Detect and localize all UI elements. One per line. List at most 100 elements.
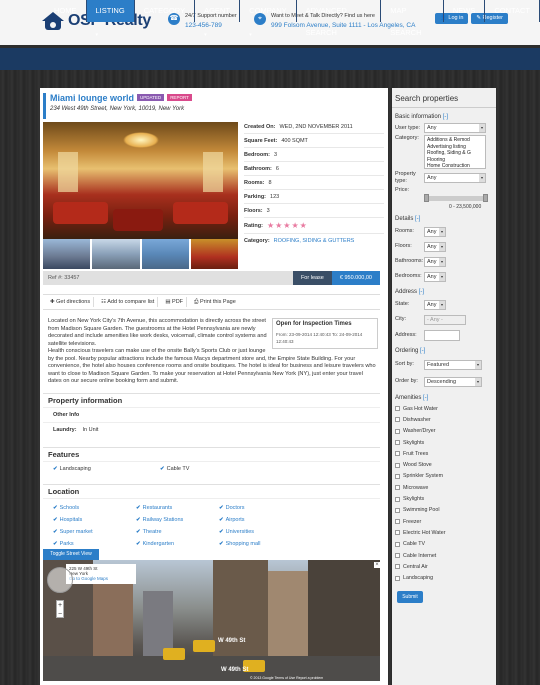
support-number[interactable]: 123-456-789 (185, 22, 237, 29)
checkbox[interactable] (395, 496, 400, 502)
rating-stars[interactable]: ★★★★★ (267, 221, 308, 230)
zoom-control[interactable]: + − (56, 600, 64, 618)
user-type-select[interactable]: Any ▾ (424, 123, 486, 133)
collapse-toggle[interactable]: [-] (420, 348, 425, 354)
nav-item-contact[interactable]: CONTACT (485, 0, 540, 22)
amenity-checkbox[interactable]: Microwave (395, 483, 493, 492)
thumbnail[interactable] (190, 239, 238, 269)
location-item: ✔ Airports (219, 517, 245, 523)
created-value: WED, 2ND NOVEMBER 2011 (279, 123, 353, 130)
checkbox[interactable] (395, 462, 400, 468)
toggle-street-view-button[interactable]: Toggle Street View (43, 549, 99, 560)
compare-button[interactable]: ☷ Add to compare list (98, 297, 159, 307)
rooms-value: 8 (268, 179, 272, 186)
report-button[interactable]: REPORT (167, 94, 192, 101)
amenity-checkbox[interactable]: Gas Hot Water (395, 404, 493, 413)
checkbox[interactable] (395, 417, 400, 423)
thumbnail[interactable] (141, 239, 189, 269)
nav-item-advanced-search[interactable]: ADVANCED SEARCH (297, 0, 382, 37)
amenity-checkbox[interactable]: Central Air (395, 562, 493, 571)
property-info-section: Property information Other Info Laundry:… (43, 393, 380, 437)
pan-control-icon[interactable] (47, 567, 73, 593)
checkbox[interactable] (395, 519, 400, 525)
checkbox[interactable] (395, 485, 400, 491)
parking-value: 123 (270, 193, 280, 200)
collapse-toggle[interactable]: [-] (419, 289, 424, 295)
nav-item-company[interactable]: COMPANY ▾ (240, 0, 297, 38)
check-icon: ✔ (136, 505, 141, 511)
checkbox[interactable] (395, 530, 400, 536)
map-legal: © 2013 Google Terms of Use Report a prob… (250, 676, 324, 680)
nav-item-listing[interactable]: LISTING ▾ (86, 0, 135, 38)
category-option[interactable]: Home Construction (427, 163, 483, 168)
amenity-checkbox[interactable]: Freezer (395, 517, 493, 526)
check-icon: ✔ (219, 517, 224, 523)
thumbnail[interactable] (92, 239, 140, 269)
checkbox[interactable] (395, 541, 400, 547)
amenity-checkbox[interactable]: Sprinkler System (395, 472, 493, 481)
features-section: Features ✔ Landscaping ✔ Cable TV (43, 447, 380, 476)
collapse-toggle[interactable]: [-] (443, 114, 448, 120)
amenity-checkbox[interactable]: Dishwasher (395, 415, 493, 424)
property-type-select[interactable]: Any ▾ (424, 173, 486, 183)
for-lease-label: For lease (292, 271, 332, 285)
checkbox[interactable] (395, 428, 400, 434)
amenity-checkbox[interactable]: Fruit Trees (395, 449, 493, 458)
location-section: Location ✔ Schools ✔ Restaurants ✔ Doctors ✔ Ho… (43, 484, 380, 555)
close-icon[interactable]: × (374, 562, 380, 568)
amenity-checkbox[interactable]: Swimming Pool (395, 506, 493, 515)
check-icon: ✔ (160, 466, 165, 472)
amenity-checkbox[interactable]: Electric Hot Water (395, 528, 493, 537)
get-directions-button[interactable]: ✚ Get directions (47, 297, 95, 307)
location-item: ✔ Kindergarten (136, 541, 175, 547)
amenity-checkbox[interactable]: Cable TV (395, 540, 493, 549)
address-input[interactable] (424, 329, 460, 341)
bathrooms-select[interactable]: Any ▾ (424, 256, 446, 267)
sort-by-select[interactable]: Featured ▾ (424, 359, 482, 370)
amenity-checkbox[interactable]: Skylights (395, 438, 493, 447)
print-button[interactable]: ⎙ Print this Page (191, 297, 239, 308)
location-item: ✔ Shopping mall (219, 541, 261, 547)
submit-button[interactable]: Submit (397, 590, 423, 603)
amenity-checkbox[interactable]: Wood Stove (395, 460, 493, 469)
nav-item-news[interactable]: NEWS (444, 0, 486, 22)
category-link[interactable]: ROOFING, SIDING & GUTTERS (274, 238, 355, 244)
category-listbox[interactable]: Additions & Remod Advertising listing Roof… (424, 135, 486, 169)
amenity-checkbox[interactable]: Cable Internet (395, 551, 493, 560)
checkbox[interactable] (395, 451, 400, 457)
bedrooms-select[interactable]: Any ▾ (424, 271, 446, 282)
nav-item-map-search[interactable]: MAP SEARCH (381, 0, 444, 37)
collapse-toggle[interactable]: [-] (423, 395, 428, 401)
checkbox[interactable] (395, 507, 400, 513)
state-select[interactable]: Any ▾ (424, 299, 446, 310)
price-slider[interactable] (424, 194, 488, 202)
location-item: ✔ Schools (53, 505, 80, 511)
order-by-select[interactable]: Descending ▾ (424, 376, 482, 387)
street-label: W 49th St (221, 667, 249, 673)
collapse-toggle[interactable]: [-] (415, 216, 420, 222)
amenity-checkbox[interactable]: Skylights (395, 494, 493, 503)
main-photo[interactable] (43, 122, 238, 239)
checkbox[interactable] (395, 440, 400, 446)
checkbox[interactable] (395, 564, 400, 570)
city-select[interactable]: - Any - (424, 314, 466, 325)
checkbox[interactable] (395, 575, 400, 581)
nav-item-agent[interactable]: AGENT ▾ (195, 0, 241, 38)
check-icon: ✔ (219, 541, 224, 547)
google-maps-link[interactable]: Go to Google Maps (69, 576, 133, 581)
floors-select[interactable]: Any ▾ (424, 241, 446, 252)
checkbox[interactable] (395, 406, 400, 412)
amenity-checkbox[interactable]: Washer/Dryer (395, 427, 493, 436)
checkbox[interactable] (395, 473, 400, 479)
bathroom-value: 6 (275, 165, 279, 172)
check-icon: ✔ (219, 529, 224, 535)
rooms-select[interactable]: Any ▾ (424, 226, 446, 237)
nav-item-home[interactable]: HOME (45, 0, 87, 22)
checkbox[interactable] (395, 553, 400, 558)
search-sidebar: Search properties Basic information [-] … (392, 88, 496, 685)
thumbnail[interactable] (43, 239, 91, 269)
floors-value: 3 (266, 207, 270, 214)
pdf-button[interactable]: ▤ PDF (162, 297, 188, 307)
amenity-checkbox[interactable]: Landscaping (395, 573, 493, 582)
nav-item-category[interactable]: CATEGORY (135, 0, 196, 22)
